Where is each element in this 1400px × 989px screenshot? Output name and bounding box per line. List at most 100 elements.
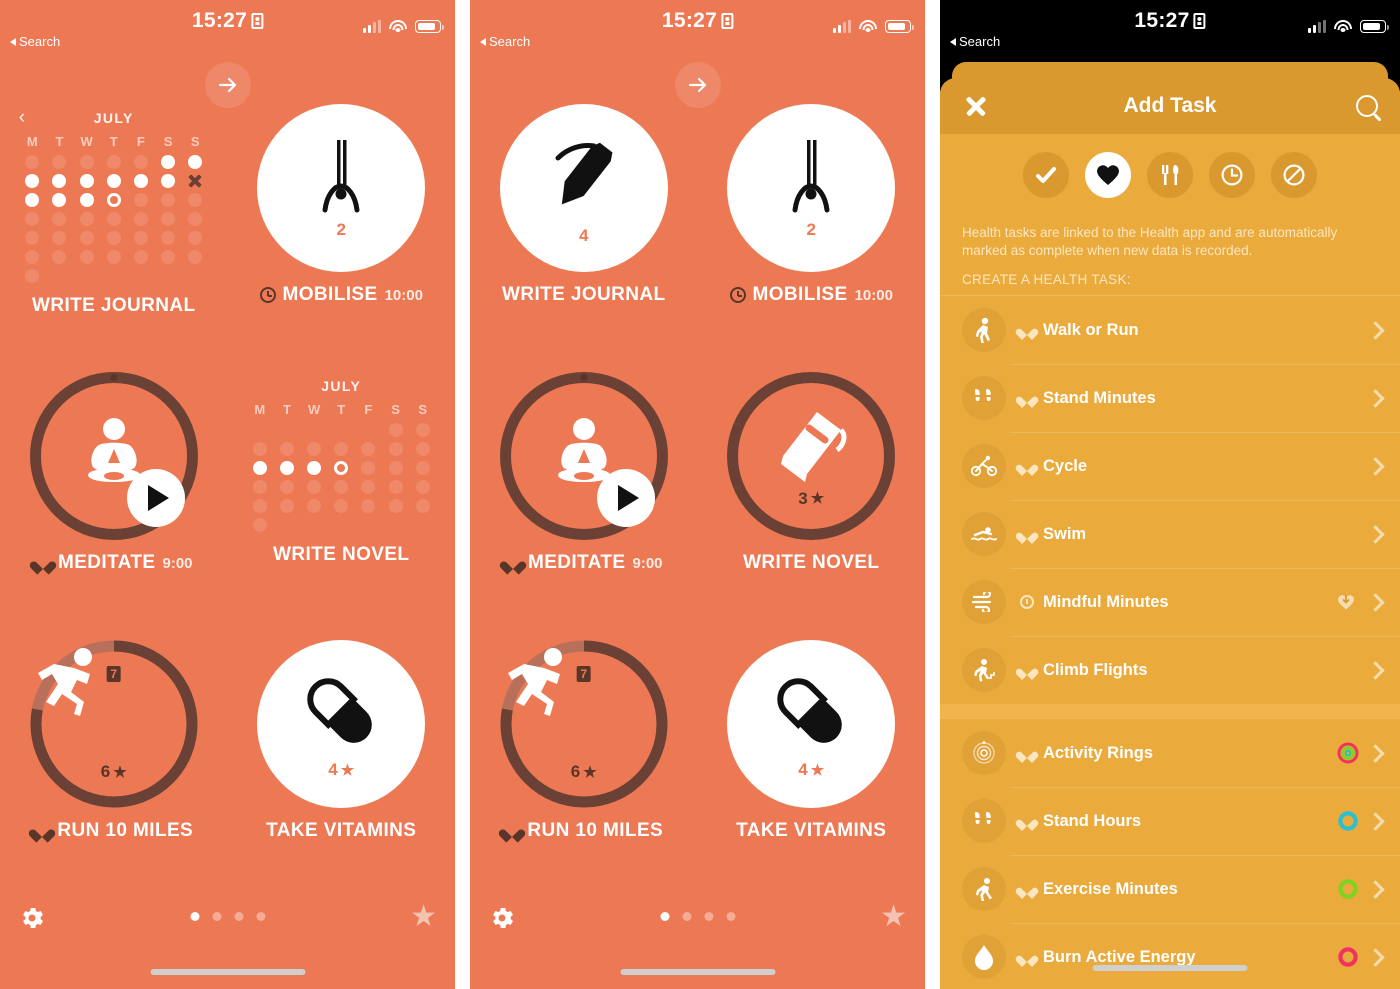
task-row-swim[interactable]: Swim [940,500,1400,568]
calendar-day[interactable] [79,193,94,207]
calendar-day[interactable] [25,250,40,264]
habit-disc[interactable]: 2 [727,104,896,272]
task-row-climb-flights[interactable]: Climb Flights [940,636,1400,704]
task-row-stand-hours[interactable]: Stand Hours [940,787,1400,855]
close-icon[interactable] [964,94,988,118]
page-dot[interactable] [682,912,691,921]
task-row-stand-minutes[interactable]: Stand Minutes [940,364,1400,432]
calendar-day[interactable] [79,174,94,188]
calendar-day[interactable] [388,461,403,475]
calendar-day[interactable] [252,461,267,475]
calendar-day[interactable] [106,250,121,264]
habit-disc[interactable]: 4 ★ [257,640,426,808]
habit-disc[interactable]: 4 ★ [727,640,896,808]
habit-tile-meditate[interactable]: MEDITATE 9:00 [470,364,698,632]
task-row-cycle[interactable]: Cycle [940,432,1400,500]
calendar-day[interactable] [106,193,121,207]
calendar-day[interactable] [25,269,40,283]
calendar-day[interactable] [361,480,376,494]
calendar-day[interactable] [279,499,294,513]
task-row-exercise-minutes[interactable]: Exercise Minutes [940,855,1400,923]
habit-disc[interactable]: 4 [499,104,668,272]
calendar-day[interactable] [307,480,322,494]
progress-ring[interactable]: 7 6 ★ [30,640,198,808]
progress-ring[interactable]: 7 6 ★ [500,640,668,808]
calendar-day[interactable] [415,423,430,437]
page-dot[interactable] [726,912,735,921]
play-button[interactable] [596,469,655,527]
calendar-day[interactable] [79,250,94,264]
calendar-day[interactable] [415,480,430,494]
gear-icon[interactable] [18,904,46,932]
calendar-day[interactable] [188,212,203,226]
calendar-day[interactable] [133,155,148,169]
page-dots[interactable] [190,912,265,921]
calendar-day[interactable] [25,155,40,169]
calendar-day[interactable] [361,461,376,475]
calendar-day[interactable] [161,174,176,188]
calendar-day[interactable] [52,174,67,188]
calendar-day[interactable] [52,250,67,264]
task-row-walk-or-run[interactable]: Walk or Run [940,296,1400,364]
habit-tile-run-10-miles[interactable]: 7 6 ★ RUN 10 MILES [470,632,698,900]
calendar-widget[interactable]: ‹ JULY M T W T F S S [19,108,209,283]
calendar-day[interactable] [52,231,67,245]
calendar-day[interactable] [133,231,148,245]
task-row-burn-active-energy[interactable]: Burn Active Energy [940,923,1400,989]
calendar-day[interactable] [388,499,403,513]
calendar-day[interactable] [161,155,176,169]
calendar-day[interactable] [133,250,148,264]
calendar-day[interactable] [52,212,67,226]
calendar-day[interactable] [388,442,403,456]
calendar-day[interactable] [307,442,322,456]
habit-tile-write-journal[interactable]: ‹ JULY M T W T F S S WRITE JOURNAL [0,96,228,364]
calendar-day[interactable] [188,250,203,264]
category-health-button[interactable] [1085,152,1131,198]
calendar-day[interactable] [106,155,121,169]
calendar-day[interactable] [161,212,176,226]
calendar-day[interactable] [161,193,176,207]
habit-tile-take-vitamins[interactable]: 4 ★ TAKE VITAMINS [698,632,926,900]
page-dots[interactable] [660,912,735,921]
back-to-search[interactable]: Search [10,34,60,49]
calendar-day[interactable] [252,518,267,532]
category-avoid-button[interactable] [1271,152,1317,198]
habit-ring[interactable] [29,372,198,540]
calendar-day[interactable] [133,193,148,207]
star-icon[interactable]: ★ [410,902,437,932]
habit-ring[interactable]: 3 ★ [727,372,896,540]
calendar-day[interactable] [79,155,94,169]
page-dot[interactable] [704,912,713,921]
task-row-activity-rings[interactable]: Activity Rings [940,719,1400,787]
page-dot[interactable] [212,912,221,921]
calendar-day[interactable] [79,231,94,245]
calendar-widget[interactable]: JULY M T W T F S S [246,378,436,532]
habit-tile-run-10-miles[interactable]: 7 6 ★ RUN 10 MILES [0,632,228,900]
calendar-day[interactable] [361,442,376,456]
calendar-day[interactable] [415,442,430,456]
calendar-day[interactable] [133,212,148,226]
calendar-day[interactable] [307,461,322,475]
calendar-day[interactable] [279,442,294,456]
calendar-day[interactable] [415,499,430,513]
calendar-day[interactable] [188,155,203,169]
page-dot[interactable] [256,912,265,921]
calendar-day[interactable] [106,231,121,245]
calendar-day[interactable] [133,174,148,188]
page-dot[interactable] [190,912,199,921]
calendar-day[interactable] [52,193,67,207]
category-time-button[interactable] [1209,152,1255,198]
calendar-day[interactable] [252,442,267,456]
calendar-day[interactable] [79,212,94,226]
calendar-day[interactable] [188,174,202,188]
calendar-day[interactable] [106,174,121,188]
calendar-day[interactable] [25,212,40,226]
category-food-button[interactable] [1147,152,1193,198]
habit-tile-write-journal[interactable]: 4 WRITE JOURNAL [470,96,698,364]
calendar-day[interactable] [334,442,349,456]
calendar-day[interactable] [388,480,403,494]
calendar-day[interactable] [388,423,403,437]
calendar-day[interactable] [25,193,40,207]
habit-tile-mobilise[interactable]: 2 MOBILISE 10:00 [228,96,456,364]
gear-icon[interactable] [488,904,516,932]
